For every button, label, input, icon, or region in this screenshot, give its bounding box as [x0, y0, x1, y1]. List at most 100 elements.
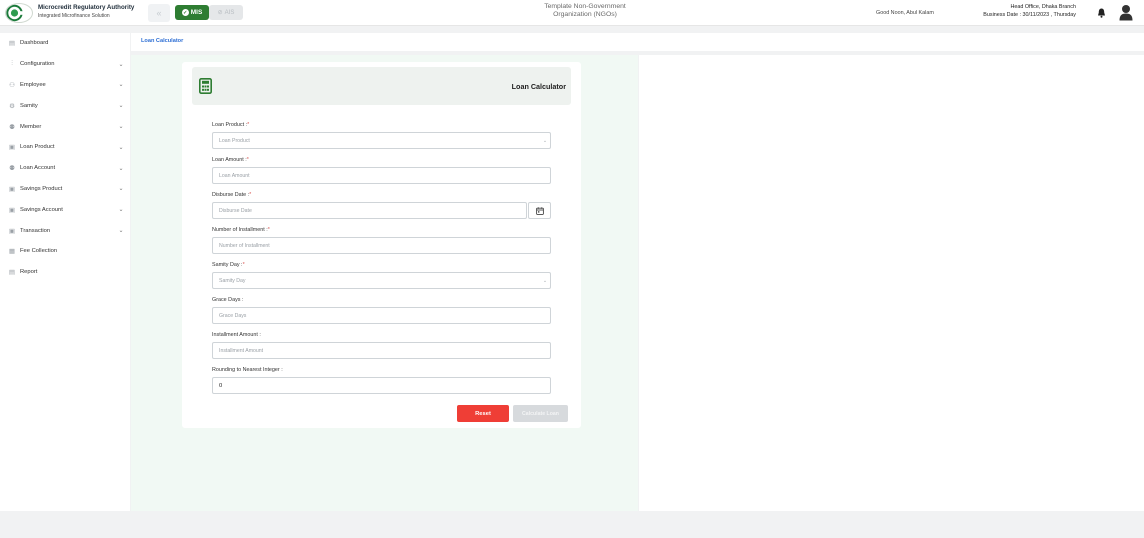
member-icon: ⚉: [9, 123, 15, 131]
disburse-date-label-text: Disburse Date :: [212, 192, 250, 198]
org-line-2: Organization (NGOs): [553, 11, 617, 18]
number-of-installment-label: Number of Installment :*: [212, 227, 270, 233]
sidebar-item-label: Transaction: [20, 227, 51, 234]
rounding-label-text: Rounding to Nearest Integer :: [212, 367, 283, 373]
loan-product-placeholder: Loan Product: [219, 137, 250, 144]
sidebar-item-employee[interactable]: ⚇ Employee ⌄: [0, 75, 130, 96]
chevron-down-icon: ⌄: [542, 277, 548, 284]
number-of-installment-label-text: Number of Installment :: [212, 227, 268, 233]
installment-amount-placeholder: Installment Amount: [219, 347, 264, 354]
chevron-down-icon: ⌄: [118, 228, 124, 235]
sidebar-item-transaction[interactable]: ▣ Transaction ⌄: [0, 220, 130, 241]
reset-button[interactable]: Reset: [457, 405, 509, 422]
sidebar-item-label: Employee: [20, 81, 46, 88]
sidebar-item-loan-product[interactable]: ▣ Loan Product ⌄: [0, 137, 130, 158]
samity-day-placeholder: Samity Day: [219, 277, 246, 284]
breadcrumb-current[interactable]: Loan Calculator: [141, 38, 183, 44]
sidebar-item-loan-account[interactable]: ⚉ Loan Account ⌄: [0, 158, 130, 179]
loan-product-select[interactable]: Loan Product ⌄: [212, 132, 551, 149]
installment-amount-input[interactable]: Installment Amount: [212, 342, 551, 359]
sidebar-item-label: Member: [20, 123, 42, 130]
date-picker-button[interactable]: [528, 202, 551, 219]
top-header: Microcredit Regulatory Authority Integra…: [0, 0, 1144, 26]
configuration-icon: ⫶: [11, 60, 13, 68]
loan-amount-label-text: Loan Amount :: [212, 157, 247, 163]
sidebar-item-samity[interactable]: ⚙ Samity ⌄: [0, 95, 130, 116]
greeting-text: Good Noon, Abul Kalam: [876, 10, 934, 16]
result-area: [639, 55, 1144, 511]
check-circle-icon: ✓: [181, 9, 189, 16]
loan-account-icon: ⚉: [9, 165, 15, 173]
dashboard-icon: ▤: [8, 40, 16, 48]
chevron-down-icon: ⌄: [118, 82, 124, 89]
ais-label: AIS: [224, 9, 235, 16]
mra-logo: [5, 3, 33, 23]
sidebar-item-savings-product[interactable]: ▣ Savings Product ⌄: [0, 179, 130, 200]
notification-bell-icon[interactable]: [1097, 8, 1106, 18]
brand-subtitle: Integrated Microfinance Solution: [38, 13, 110, 19]
sidebar-item-label: Loan Account: [20, 165, 56, 172]
breadcrumb: Loan Calculator: [131, 33, 1144, 51]
samity-day-label: Samity Day :*: [212, 262, 245, 268]
calculate-loan-button[interactable]: Calculate Loan: [513, 405, 568, 422]
sidebar-item-label: Dashboard: [20, 40, 49, 47]
employee-icon: ⚇: [9, 81, 15, 89]
disburse-date-input[interactable]: Disburse Date: [212, 202, 527, 219]
sidebar-collapse-button[interactable]: «: [148, 4, 170, 22]
loan-amount-input[interactable]: Loan Amount: [212, 167, 551, 184]
grace-days-label-text: Grace Days :: [212, 297, 244, 303]
number-of-installment-input[interactable]: Number of Installment: [212, 237, 551, 254]
organization-name: Template Non-Government Organization (NG…: [480, 3, 690, 19]
required-marker: *: [249, 192, 252, 198]
disburse-date-placeholder: Disburse Date: [219, 207, 252, 214]
fee-collection-icon: ▦: [8, 248, 16, 256]
report-icon: ▤: [8, 269, 16, 277]
chevron-down-icon: ⌄: [118, 186, 124, 193]
loan-amount-placeholder: Loan Amount: [219, 172, 250, 179]
calculator-icon: [199, 78, 212, 94]
sidebar-item-dashboard[interactable]: ▤ Dashboard: [0, 33, 130, 54]
chevron-down-icon: ⌄: [118, 61, 124, 68]
chevron-down-icon: ⌄: [118, 207, 124, 214]
branch-name: Head Office, Dhaka Branch: [1010, 4, 1076, 10]
ais-toggle-button[interactable]: ⊘ AIS: [209, 5, 243, 20]
sidebar-item-label: Configuration: [20, 61, 55, 68]
user-avatar-icon[interactable]: [1119, 4, 1133, 21]
installment-amount-label: Installment Amount :: [212, 332, 261, 338]
required-marker: *: [242, 262, 245, 268]
sidebar-item-configuration[interactable]: ⫶ Configuration ⌄: [0, 54, 130, 75]
sidebar-item-label: Savings Product: [20, 185, 63, 192]
block-icon: ⊘: [217, 10, 223, 16]
calendar-icon: [535, 206, 544, 215]
installment-amount-label-text: Installment Amount :: [212, 332, 261, 338]
required-marker: *: [246, 157, 249, 163]
sidebar-item-label: Fee Collection: [20, 248, 58, 255]
chevron-down-icon: ⌄: [118, 165, 124, 172]
grace-days-input[interactable]: Grace Days: [212, 307, 551, 324]
samity-day-select[interactable]: Samity Day ⌄: [212, 272, 551, 289]
number-of-installment-placeholder: Number of Installment: [219, 242, 270, 249]
chevron-down-icon: ⌄: [118, 124, 124, 131]
org-line-1: Template Non-Government: [544, 3, 626, 10]
mis-toggle-button[interactable]: ✓ MIS: [175, 5, 209, 20]
rounding-label: Rounding to Nearest Integer :: [212, 367, 283, 373]
required-marker: *: [267, 227, 270, 233]
loan-product-label: Loan Product :*: [212, 122, 249, 128]
loan-product-label-text: Loan Product :: [212, 122, 248, 128]
sidebar-item-member[interactable]: ⚉ Member ⌄: [0, 116, 130, 137]
sidebar: ▤ Dashboard ⫶ Configuration ⌄ ⚇ Employee ⌄ ⚙ Sami…: [0, 33, 130, 511]
loan-product-icon: ▣: [8, 144, 16, 152]
sidebar-item-savings-account[interactable]: ▣ Savings Account ⌄: [0, 199, 130, 220]
sidebar-item-label: Report: [20, 269, 38, 276]
sidebar-item-fee-collection[interactable]: ▦ Fee Collection: [0, 241, 130, 262]
rounding-input[interactable]: 0: [212, 377, 551, 394]
mis-label: MIS: [190, 9, 203, 16]
chevron-down-icon: ⌄: [118, 144, 124, 151]
chevron-down-icon: ⌄: [542, 137, 548, 144]
disburse-date-label: Disburse Date :*: [212, 192, 251, 198]
sidebar-item-report[interactable]: ▤ Report: [0, 262, 130, 283]
samity-day-label-text: Samity Day :: [212, 262, 243, 268]
sidebar-item-label: Loan Product: [20, 144, 55, 151]
double-chevron-left-icon: «: [156, 8, 162, 18]
form-title: Loan Calculator: [511, 82, 566, 91]
